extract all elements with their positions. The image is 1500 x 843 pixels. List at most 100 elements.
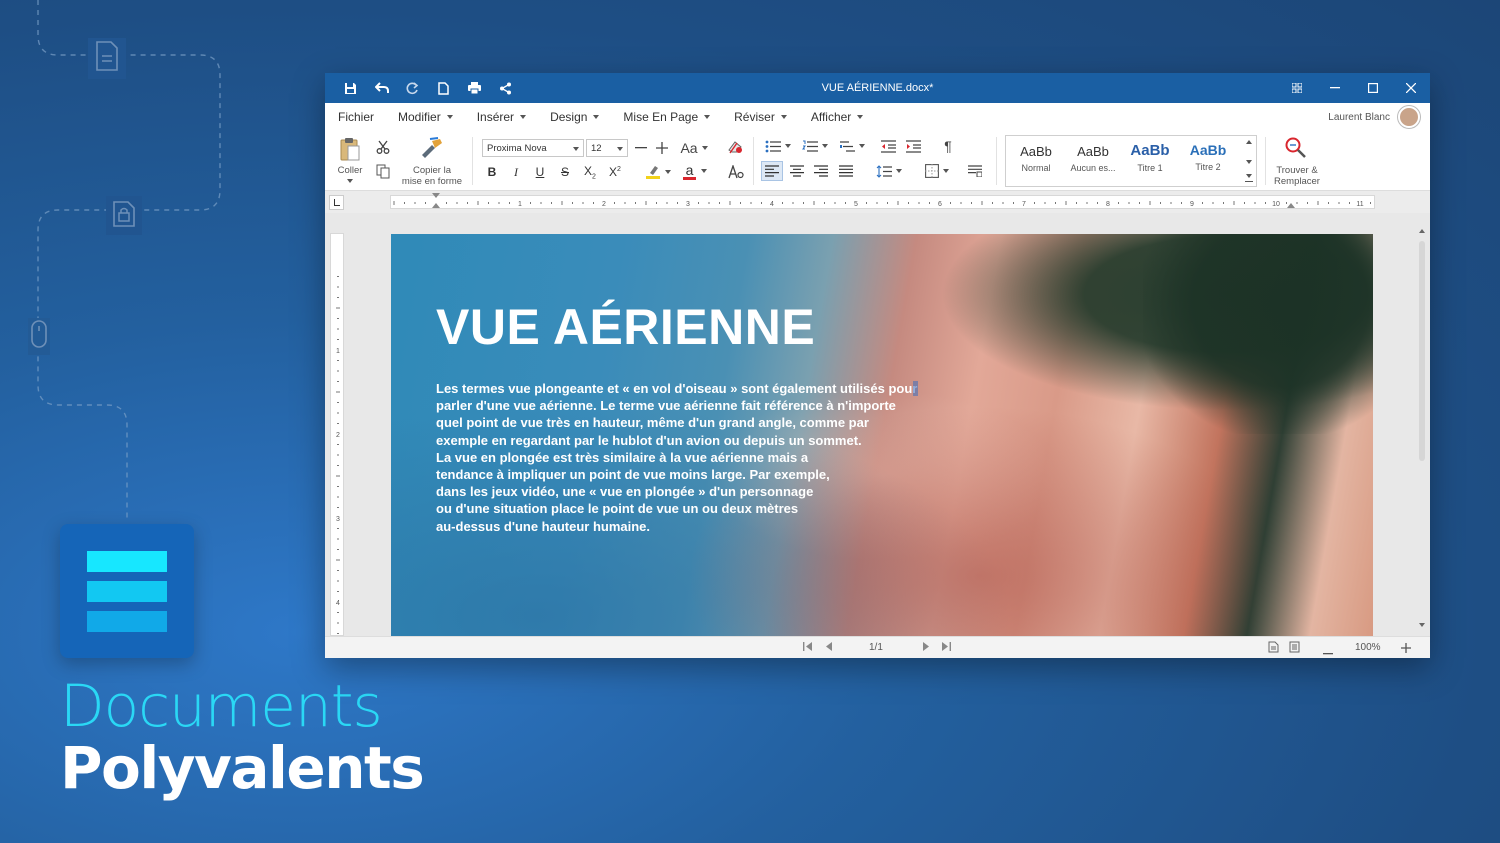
font-size-select[interactable]: 12 [586, 139, 628, 157]
minimize-icon[interactable] [1316, 73, 1354, 103]
bullet-list-button[interactable] [761, 137, 795, 155]
zoom-level[interactable]: 100% [1355, 642, 1381, 653]
horizontal-ruler[interactable]: 1 2 3 4 5 6 7 8 9 10 11 [390, 193, 1375, 209]
styles-scroll-down-icon[interactable] [1246, 160, 1252, 164]
undo-icon[interactable] [366, 73, 397, 103]
text-cursor [913, 381, 918, 396]
print-layout-view-icon[interactable] [1268, 641, 1279, 656]
align-right-button[interactable] [810, 161, 832, 181]
body-line: dans les jeux vidéo, une « vue en plongé… [436, 484, 814, 500]
align-left-button[interactable] [761, 161, 783, 181]
first-line-indent-marker[interactable] [432, 193, 440, 198]
change-case-button[interactable]: Aa [677, 138, 711, 158]
last-page-icon[interactable] [942, 642, 951, 654]
subscript-icon: X2 [584, 163, 596, 181]
scroll-up-icon[interactable] [1419, 229, 1425, 233]
menu-label: Réviser [734, 110, 775, 124]
page-indicator: 1/1 [869, 642, 883, 653]
chevron-down-icon [347, 179, 353, 183]
text-effects-button[interactable] [726, 162, 746, 182]
align-center-button[interactable] [786, 161, 808, 181]
italic-button[interactable]: I [507, 162, 525, 182]
scroll-down-icon[interactable] [1419, 623, 1425, 627]
highlight-color-button[interactable] [641, 162, 675, 182]
format-painter-button[interactable] [419, 135, 445, 161]
vertical-scrollbar[interactable] [1418, 229, 1426, 629]
style-name: Aucun es... [1070, 163, 1116, 173]
justify-icon [839, 165, 853, 177]
menu-afficher[interactable]: Afficher [811, 110, 864, 124]
increase-indent-button[interactable] [903, 137, 923, 155]
next-page-icon[interactable] [923, 642, 929, 654]
menu-design[interactable]: Design [550, 110, 600, 124]
left-indent-marker[interactable] [432, 203, 440, 208]
style-normal[interactable]: AaBb Normal [1008, 144, 1064, 173]
numbered-list-button[interactable] [798, 137, 832, 155]
menu-inserer[interactable]: Insérer [477, 110, 527, 124]
multilevel-list-button[interactable] [835, 137, 869, 155]
redo-icon[interactable] [397, 73, 428, 103]
increase-font-size-button[interactable] [652, 139, 672, 157]
style-sample: AaBb [1077, 144, 1109, 159]
chevron-down-icon [704, 115, 711, 119]
show-formatting-marks-button[interactable]: ¶ [938, 136, 958, 156]
paragraph-settings-button[interactable] [965, 161, 985, 181]
format-painter-label-2: mise en forme [401, 176, 463, 187]
styles-scroll-up-icon[interactable] [1246, 140, 1252, 144]
clear-formatting-button[interactable] [725, 137, 745, 157]
subscript-button[interactable]: X2 [580, 162, 600, 182]
decrease-font-size-button[interactable] [631, 139, 651, 157]
zoom-in-icon[interactable] [1401, 643, 1411, 656]
style-aucun-espacement[interactable]: AaBb Aucun es... [1065, 144, 1121, 173]
web-layout-view-icon[interactable] [1289, 641, 1300, 656]
superscript-button[interactable]: X2 [605, 162, 625, 182]
close-icon[interactable] [1392, 73, 1430, 103]
right-indent-marker[interactable] [1287, 203, 1295, 208]
menu-modifier[interactable]: Modifier [398, 110, 453, 124]
paste-options-chevron[interactable] [345, 178, 355, 184]
justify-button[interactable] [835, 161, 857, 181]
print-icon[interactable] [459, 73, 490, 103]
body-line: au-dessus d'une hauteur humaine. [436, 518, 651, 534]
zoom-out-icon[interactable] [1323, 647, 1333, 658]
vertical-ruler[interactable]: 1 2 3 4 [330, 233, 344, 636]
find-replace-button[interactable] [1283, 135, 1309, 161]
numbered-list-icon [802, 140, 818, 152]
user-account[interactable]: Laurent Blanc [1328, 106, 1420, 128]
align-center-icon [790, 165, 804, 177]
chevron-down-icon [573, 147, 579, 151]
style-titre-1[interactable]: AaBb Titre 1 [1122, 142, 1178, 173]
tab-stop-selector[interactable] [329, 195, 344, 210]
previous-page-icon[interactable] [826, 642, 832, 654]
paste-button[interactable] [337, 135, 363, 163]
menu-mise-en-page[interactable]: Mise En Page [623, 110, 711, 124]
body-line: quel point de vue très en hauteur, même … [436, 415, 869, 431]
status-bar: 1/1 100% [325, 636, 1430, 658]
borders-button[interactable] [921, 161, 953, 181]
decrease-indent-button[interactable] [878, 137, 898, 155]
underline-button[interactable]: U [531, 162, 549, 182]
style-titre-2[interactable]: AaBb Titre 2 [1180, 142, 1236, 172]
highlighter-icon [646, 166, 660, 179]
new-document-icon[interactable] [428, 73, 459, 103]
menu-fichier[interactable]: Fichier [338, 110, 374, 124]
chevron-down-icon [780, 115, 787, 119]
font-color-button[interactable]: a [679, 160, 711, 182]
cut-button[interactable] [375, 139, 391, 155]
document-page[interactable]: VUE AÉRIENNE Les termes vue plongeante e… [391, 234, 1373, 636]
restore-layout-icon[interactable] [1278, 73, 1316, 103]
font-family-select[interactable]: Proxima Nova [482, 139, 584, 157]
styles-expand-icon[interactable] [1245, 174, 1253, 182]
share-icon[interactable] [490, 73, 521, 103]
scrollbar-thumb[interactable] [1419, 241, 1425, 461]
save-icon[interactable] [335, 73, 366, 103]
line-spacing-button[interactable] [873, 161, 905, 181]
maximize-icon[interactable] [1354, 73, 1392, 103]
multilevel-list-icon [840, 140, 855, 152]
first-page-icon[interactable] [803, 642, 812, 654]
bold-button[interactable]: B [483, 162, 501, 182]
ruler-number: 4 [770, 201, 774, 208]
copy-button[interactable] [375, 163, 391, 179]
strikethrough-button[interactable]: S [556, 162, 574, 182]
menu-reviser[interactable]: Réviser [734, 110, 787, 124]
